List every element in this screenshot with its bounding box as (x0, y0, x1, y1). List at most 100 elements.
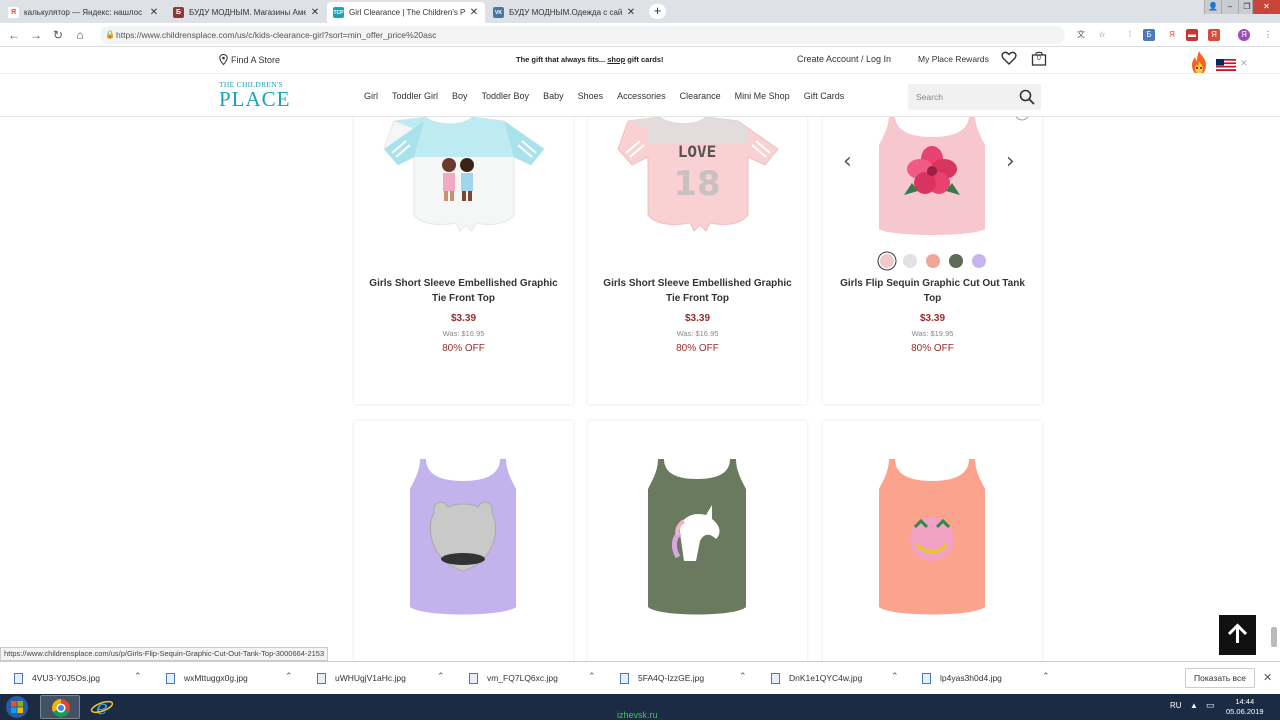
scrollbar-thumb[interactable] (1271, 627, 1277, 647)
chevron-up-icon[interactable]: ⌃ (739, 671, 747, 682)
translate-icon[interactable]: 文 (1075, 29, 1087, 41)
new-tab-button[interactable]: + (649, 4, 666, 19)
forward-icon[interactable]: → (28, 27, 44, 43)
rewards-link[interactable]: My Place Rewards (918, 54, 989, 64)
internet-explorer-taskbar-icon[interactable]: e (82, 695, 122, 719)
network-icon[interactable]: ▭ (1206, 700, 1215, 711)
back-icon[interactable]: ← (6, 27, 22, 43)
nav-item-gift-cards[interactable]: Gift Cards (804, 91, 845, 101)
download-item[interactable]: DnK1e1QYC4w.jpg ⌃ (771, 671, 911, 685)
close-icon[interactable]: ✕ (469, 7, 479, 18)
carousel-prev-icon[interactable]: ‹ (843, 149, 852, 174)
download-item[interactable]: vm_FQ7LQ6xc.jpg ⌃ (469, 671, 609, 685)
image-file-icon (14, 672, 23, 684)
product-image[interactable] (823, 421, 1042, 631)
nav-item-toddler-girl[interactable]: Toddler Girl (392, 91, 438, 101)
category-menu: Girl Toddler Girl Boy Toddler Boy Baby S… (364, 91, 858, 101)
back-to-top-button[interactable] (1219, 615, 1256, 655)
close-icon[interactable]: ✕ (626, 7, 636, 18)
chevron-up-icon[interactable]: ⌃ (285, 671, 293, 682)
find-store-link[interactable]: Find A Store (219, 53, 280, 66)
nav-item-accessories[interactable]: Accessories (617, 91, 666, 101)
extension-icon[interactable]: Я (1208, 29, 1220, 41)
tab-yandex[interactable]: Я калькулятор — Яндекс: нашлос ✕ (2, 2, 165, 23)
shopping-bag-icon[interactable]: 0 (1031, 51, 1047, 66)
tab-budu-modnym-1[interactable]: Б БУДУ МОДНЫМ. Магазины Аме ✕ (167, 2, 326, 23)
download-item[interactable]: 4VU3-Y0J5Os.jpg ⌃ (14, 671, 154, 685)
product-name[interactable]: Girls Short Sleeve Embellished Graphic T… (364, 276, 563, 306)
tray-expand-icon[interactable]: ▲ (1190, 701, 1198, 710)
arrow-up-icon (1227, 623, 1248, 643)
product-card[interactable]: ‹ › Girls Flip Sequin Graphic Cut Out Ta… (823, 117, 1042, 404)
search-icon[interactable] (1019, 89, 1035, 105)
color-swatch[interactable] (925, 254, 940, 268)
color-swatch[interactable] (971, 254, 986, 268)
account-link[interactable]: Create Account / Log In (797, 54, 891, 64)
product-name[interactable]: Girls Flip Sequin Graphic Cut Out Tank T… (833, 276, 1032, 306)
promo-shop-link[interactable]: shop (607, 55, 625, 64)
close-icon[interactable]: ✕ (310, 7, 320, 18)
download-item[interactable]: lp4yas3h0d4.jpg ⌃ (922, 671, 1062, 685)
windows-start-icon[interactable] (4, 695, 30, 719)
wishlist-heart-icon[interactable] (1001, 50, 1017, 66)
minimize-icon[interactable]: – (1221, 0, 1238, 14)
nav-item-girl[interactable]: Girl (364, 91, 378, 101)
color-swatch[interactable] (948, 254, 963, 268)
yandex-extension-icon[interactable]: Я (1166, 29, 1178, 41)
chevron-up-icon[interactable]: ⌃ (588, 671, 596, 682)
chevron-up-icon[interactable]: ⌃ (891, 671, 899, 682)
product-image[interactable] (354, 117, 573, 247)
reload-icon[interactable]: ↻ (50, 27, 66, 43)
product-name[interactable]: Girls Short Sleeve Embellished Graphic T… (598, 276, 797, 306)
window-close-icon[interactable]: ✕ (1252, 0, 1280, 14)
close-icon[interactable]: ✕ (1263, 671, 1272, 684)
product-card[interactable] (823, 421, 1042, 661)
close-icon[interactable]: ✕ (149, 7, 159, 18)
chevron-up-icon[interactable]: ⌃ (134, 671, 142, 682)
nav-item-mini-me-shop[interactable]: Mini Me Shop (735, 91, 790, 101)
product-image[interactable] (588, 421, 807, 631)
product-card[interactable]: LOVE 18 Girls Short Sleeve Embellished G… (588, 117, 807, 404)
product-image[interactable] (823, 117, 1042, 247)
extension-icon[interactable]: Б (1143, 29, 1155, 41)
download-item[interactable]: wxMttuggx0g.jpg ⌃ (166, 671, 306, 685)
product-image[interactable] (354, 421, 573, 631)
flag-extension-icon[interactable]: ▬ (1186, 29, 1198, 41)
chevron-up-icon[interactable]: ⌃ (437, 671, 445, 682)
color-swatch[interactable] (879, 254, 894, 268)
url-field[interactable]: 🔒 https://www.childrensplace.com/us/c/ki… (100, 26, 1065, 44)
nav-item-clearance[interactable]: Clearance (680, 91, 721, 101)
chevron-up-icon[interactable]: ⌃ (1042, 671, 1050, 682)
product-image[interactable]: LOVE 18 (588, 117, 807, 247)
language-indicator[interactable]: RU (1170, 701, 1182, 710)
product-card[interactable] (588, 421, 807, 661)
close-icon[interactable]: ✕ (1240, 58, 1248, 69)
show-all-downloads-button[interactable]: Показать все (1185, 668, 1255, 688)
quickview-icon[interactable] (1015, 117, 1029, 121)
download-item[interactable]: uWHUgjV1aHc.jpg ⌃ (317, 671, 457, 685)
tab-girl-clearance[interactable]: TCP Girl Clearance | The Children's Pl ✕ (327, 2, 485, 23)
color-swatch[interactable] (902, 254, 917, 268)
chrome-taskbar-icon[interactable] (40, 695, 80, 719)
product-card[interactable] (354, 421, 573, 661)
nav-item-toddler-boy[interactable]: Toddler Boy (482, 91, 530, 101)
tab-budu-modnym-2[interactable]: VK БУДУ МОДНЫМ.Одежда с сайт ✕ (487, 2, 642, 23)
yandex-favicon-icon: Я (8, 7, 19, 18)
extension-icon[interactable]: ⁞ (1124, 29, 1136, 41)
carousel-next-icon[interactable]: › (1006, 149, 1015, 174)
nav-item-boy[interactable]: Boy (452, 91, 468, 101)
user-icon[interactable]: 👤 (1204, 0, 1221, 14)
childrens-place-logo[interactable]: THE CHILDREN'S PLACE (219, 80, 291, 110)
system-clock[interactable]: 14:44 05.06.2019 (1226, 697, 1264, 717)
search-input[interactable]: Search (908, 84, 1041, 110)
menu-icon[interactable]: ⋮ (1262, 29, 1274, 41)
us-flag-icon[interactable] (1216, 59, 1236, 71)
product-card[interactable]: Girls Short Sleeve Embellished Graphic T… (354, 117, 573, 404)
download-item[interactable]: 5FA4Q-IzzGE.jpg ⌃ (620, 671, 760, 685)
promo-tail: gift cards! (625, 55, 664, 64)
profile-avatar[interactable]: Я (1238, 29, 1250, 41)
nav-item-shoes[interactable]: Shoes (578, 91, 604, 101)
home-icon[interactable]: ⌂ (72, 27, 88, 43)
bookmark-star-icon[interactable]: ☆ (1096, 29, 1108, 41)
nav-item-baby[interactable]: Baby (543, 91, 564, 101)
